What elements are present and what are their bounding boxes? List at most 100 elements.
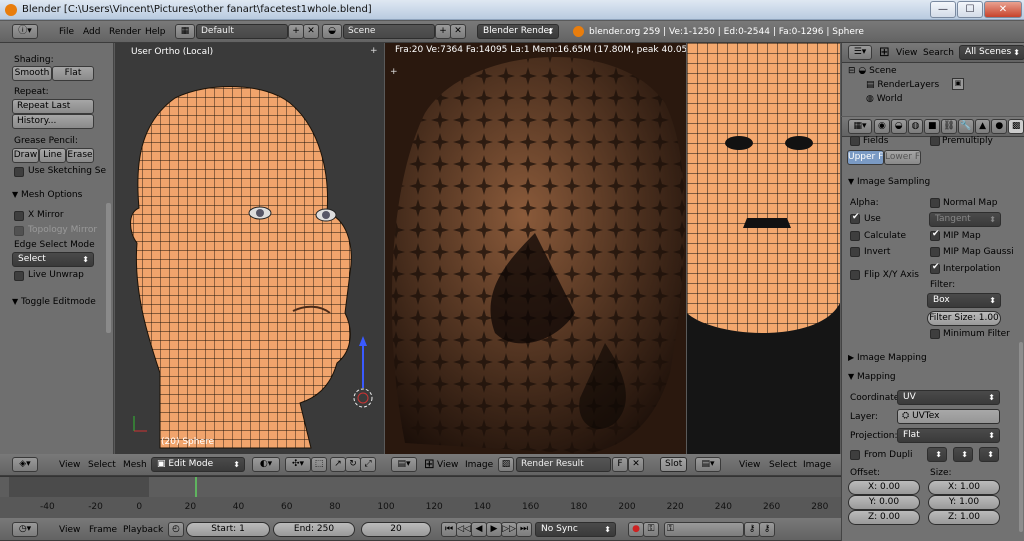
repeat-last-button[interactable]: Repeat Last (12, 99, 94, 114)
editor-type-3dview-icon[interactable]: ◈▾ (12, 457, 38, 472)
pivot-point-icon[interactable]: ✣▾ (285, 457, 311, 472)
axis-x-select[interactable] (927, 447, 947, 462)
menu-add[interactable]: Add (83, 27, 100, 37)
offset-y-field[interactable]: Y: 0.00 (848, 495, 920, 510)
projection-select[interactable]: Flat (897, 428, 1000, 443)
end-frame-field[interactable]: End: 250 (273, 522, 355, 537)
tab-render-icon[interactable]: ◉ (874, 119, 890, 134)
keying-icon[interactable]: ⚿ (643, 522, 659, 537)
maximize-button[interactable]: ☐ (957, 1, 983, 18)
preview-range-icon[interactable]: ◴ (168, 522, 184, 537)
menu-help[interactable]: Help (145, 27, 166, 37)
menu-search[interactable]: Search (923, 48, 954, 58)
scene-icon[interactable]: ◒ (322, 24, 342, 39)
next-keyframe-icon[interactable]: ▷▷ (501, 522, 517, 537)
current-frame-field[interactable]: 20 (361, 522, 431, 537)
menu-view[interactable]: View (896, 48, 917, 58)
toolshelf-scrollbar[interactable] (106, 203, 111, 333)
flat-button[interactable]: Flat (52, 66, 94, 81)
mapping-panel[interactable]: ▼ Mapping (848, 372, 896, 382)
draw-button[interactable]: Draw (12, 148, 39, 163)
screen-layout-icon[interactable]: ▦ (175, 24, 195, 39)
menu-mesh[interactable]: Mesh (123, 460, 147, 470)
timeline-ruler[interactable]: -40 -20 0 20 40 60 80 100 120 140 160 180 200 220 240 2… (0, 497, 841, 518)
collapse-icon[interactable]: ⊞ (424, 457, 435, 472)
jump-end-icon[interactable]: ⏭ (516, 522, 532, 537)
tangent-select[interactable]: Tangent (929, 212, 1001, 227)
mesh-options-panel[interactable]: ▼ Mesh Options (12, 190, 82, 200)
render-slot-select[interactable]: Slot 1 (660, 457, 687, 472)
play-reverse-icon[interactable]: ◀ (471, 522, 487, 537)
coordinate-select[interactable]: UV (897, 390, 1000, 405)
image-name-field[interactable]: Render Result (516, 457, 611, 472)
play-icon[interactable]: ▶ (486, 522, 502, 537)
record-icon[interactable]: ● (628, 522, 644, 537)
keyframe-delete-icon[interactable]: ⚷ (759, 522, 775, 537)
render-engine-select[interactable]: Blender Render (477, 24, 559, 39)
editor-type-properties-icon[interactable]: ▦▾ (848, 119, 872, 134)
image-sampling-panel[interactable]: ▼ Image Sampling (848, 177, 930, 187)
interpolation-checkbox[interactable] (930, 262, 940, 274)
mode-select[interactable]: ▣ Edit Mode (151, 457, 245, 472)
render-result-view[interactable]: Fra:20 Ve:7364 Fa:14095 La:1 Mem:16.65M … (385, 43, 686, 454)
from-dupli-checkbox[interactable] (850, 450, 860, 460)
uv-layer-field[interactable]: ⛭ UVTex (897, 409, 1000, 424)
keying-set-field[interactable]: ⚿ (664, 522, 744, 537)
outliner-item-renderlayers[interactable]: ▤ RenderLayers (866, 80, 939, 90)
menu-frame[interactable]: Frame (89, 525, 117, 535)
size-z-field[interactable]: Z: 1.00 (928, 510, 1000, 525)
uv-image-editor[interactable] (687, 43, 840, 454)
keyframe-insert-icon[interactable]: ⚷ (744, 522, 760, 537)
tab-data-icon[interactable]: ▲ (974, 119, 991, 134)
topology-mirror-checkbox[interactable] (14, 226, 24, 236)
lower-first-button[interactable]: Lower Fir (884, 150, 921, 165)
tab-constraints-icon[interactable]: ⛓ (941, 119, 957, 134)
outliner-scope-select[interactable]: All Scenes (959, 45, 1024, 60)
menu-render[interactable]: Render (109, 27, 141, 37)
unlink-image-icon[interactable]: ✕ (628, 457, 644, 472)
alpha-use-checkbox[interactable] (850, 212, 860, 224)
normal-map-checkbox[interactable] (930, 198, 940, 208)
menu-image[interactable]: Image (803, 460, 831, 470)
prev-keyframe-icon[interactable]: ◁◁ (456, 522, 472, 537)
filter-select[interactable]: Box (927, 293, 1001, 308)
flip-xy-checkbox[interactable] (850, 270, 860, 280)
start-frame-field[interactable]: Start: 1 (186, 522, 270, 537)
size-y-field[interactable]: Y: 1.00 (928, 495, 1000, 510)
properties-scrollbar[interactable] (1019, 342, 1023, 532)
outliner-item-world[interactable]: ◍ World (866, 94, 903, 104)
tab-material-icon[interactable]: ● (991, 119, 1008, 134)
tab-texture-icon[interactable]: ▩ (1008, 119, 1024, 134)
smooth-button[interactable]: Smooth (12, 66, 52, 81)
minimize-button[interactable]: — (930, 1, 956, 18)
tab-scene-icon[interactable]: ◒ (890, 119, 907, 134)
close-button[interactable]: ✕ (984, 1, 1022, 18)
rotate-icon[interactable]: ↻ (345, 457, 361, 472)
editor-type-outliner-icon[interactable]: ☰▾ (848, 45, 872, 60)
use-sketching-checkbox[interactable] (14, 167, 24, 177)
render-toggle-icon[interactable]: ▣ (952, 78, 964, 90)
premultiply-checkbox[interactable] (930, 136, 940, 146)
history-button[interactable]: History... (12, 114, 94, 129)
erase-button[interactable]: Erase (66, 148, 94, 163)
image-browse-icon[interactable]: ▨ (498, 457, 514, 472)
add-screen-icon[interactable]: + (288, 24, 304, 39)
mip-map-gauss-checkbox[interactable] (930, 247, 940, 257)
axis-y-select[interactable] (953, 447, 973, 462)
menu-file[interactable]: File (59, 27, 74, 37)
editor-type-info-icon[interactable]: ⓘ▾ (12, 24, 38, 39)
tab-world-icon[interactable]: ◍ (907, 119, 924, 134)
sync-mode-select[interactable]: No Sync (535, 522, 616, 537)
remove-screen-icon[interactable]: ✕ (303, 24, 319, 39)
tab-modifiers-icon[interactable]: 🔧 (957, 119, 974, 134)
menu-view[interactable]: View (437, 460, 458, 470)
screen-layout-field[interactable]: Default (196, 24, 288, 39)
timeline-area[interactable] (0, 476, 841, 498)
menu-view[interactable]: View (739, 460, 760, 470)
filter-size-field[interactable]: Filter Size: 1.00 (927, 311, 1001, 326)
editor-type-image-icon[interactable]: ▤▾ (695, 457, 721, 472)
edge-select-mode-select[interactable]: Select (12, 252, 94, 267)
line-button[interactable]: Line (39, 148, 66, 163)
add-scene-icon[interactable]: + (435, 24, 451, 39)
manipulator-icon[interactable]: ⬚ (311, 457, 327, 472)
